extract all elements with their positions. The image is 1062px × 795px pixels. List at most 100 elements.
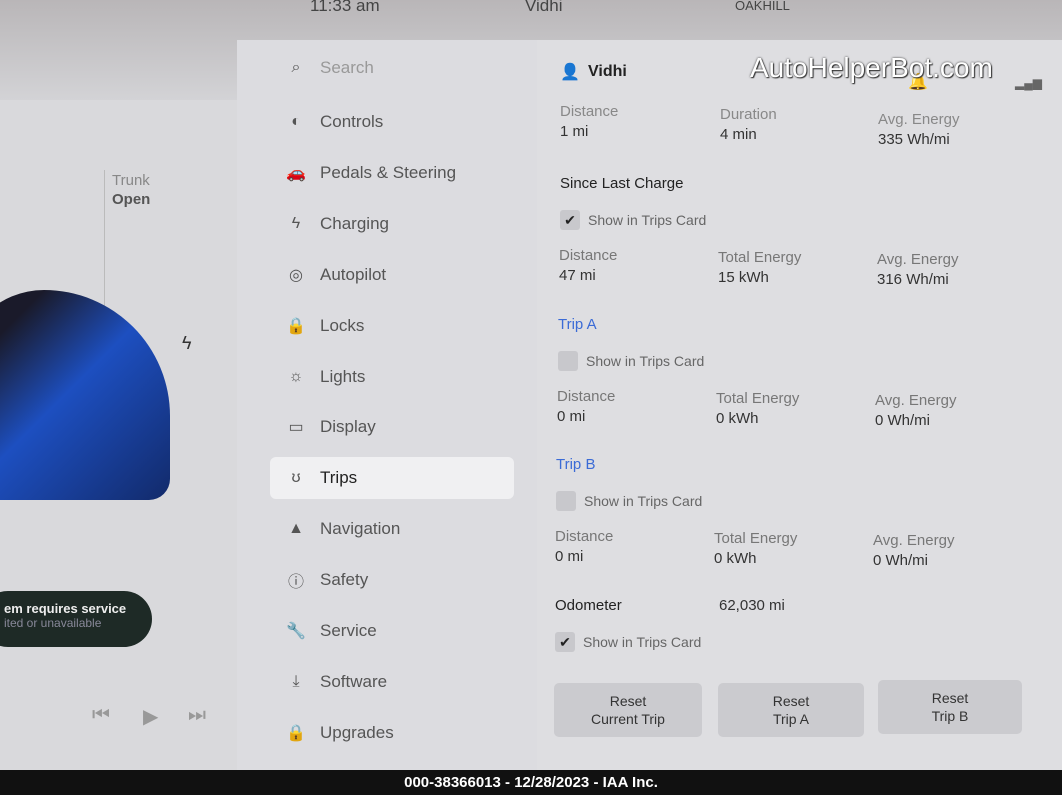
menu-item-label: Display <box>320 417 376 437</box>
watermark: AutoHelperBot.com <box>750 52 993 83</box>
since_last_charge-total: 15 kWh <box>718 269 769 286</box>
menu-item-autopilot[interactable]: ◎ Autopilot <box>270 254 514 296</box>
alert-title: em requires service <box>4 601 127 616</box>
next-track-button[interactable]: ⏭ <box>188 704 206 727</box>
since_last_charge-distance: 47 mi <box>559 267 596 284</box>
current-energy: 335 Wh/mi <box>878 131 950 148</box>
reset-trip-b-button[interactable]: Reset Trip B <box>878 680 1022 734</box>
current-duration-label: Duration <box>720 106 777 123</box>
checkbox-label: Show in Trips Card <box>584 493 703 509</box>
reset-trip-a-button[interactable]: Reset Trip A <box>718 683 864 737</box>
display-icon: ▭ <box>288 419 304 437</box>
menu-item-upgrades[interactable]: 🔒 Upgrades <box>270 712 514 754</box>
menu-item-service[interactable]: 🔧 Service <box>270 610 514 652</box>
menu-item-safety[interactable]: ⓘ Safety <box>270 559 514 601</box>
trip_b-distance-label: Distance <box>555 528 614 545</box>
profile-name[interactable]: Vidhi <box>588 63 627 81</box>
since_last_charge-show-checkbox[interactable]: ✔ Show in Trips Card <box>560 210 706 230</box>
menu-item-lights[interactable]: ☼ Lights <box>270 356 514 398</box>
menu-item-label: Pedals & Steering <box>320 162 457 182</box>
menu-item-software[interactable]: ⤓ Software <box>270 661 514 703</box>
trip_b-avg: 0 Wh/mi <box>873 552 929 569</box>
charge-port-icon[interactable]: ϟ <box>182 333 192 354</box>
menu-item-label: Autopilot <box>320 264 387 284</box>
current-distance-label: Distance <box>560 103 619 120</box>
search-icon: ⌕ <box>291 59 301 76</box>
checkbox-label: Show in Trips Card <box>583 634 702 650</box>
menu-item-label: Service <box>320 621 377 640</box>
locks-icon: 🔒 <box>286 317 306 335</box>
trip_a-distance-label: Distance <box>557 388 616 405</box>
footer-caption: 000-38366013 - 12/28/2023 - IAA Inc. <box>0 770 1062 795</box>
pedals-steering-icon: 🚗 <box>286 164 306 182</box>
trip_b-total: 0 kWh <box>714 550 757 567</box>
odometer-value: 62,030 mi <box>719 597 785 614</box>
signal-icon: ▂▄▆ <box>1015 76 1042 90</box>
location: OAKHILL <box>735 0 790 13</box>
menu-item-label: Safety <box>320 570 369 590</box>
checkbox-icon <box>556 491 576 511</box>
reset-current-trip-button[interactable]: Reset Current Trip <box>554 683 702 737</box>
trip_a-title: Trip A <box>558 316 597 333</box>
trip_b-show-checkbox[interactable]: Show in Trips Card <box>556 491 702 511</box>
since_last_charge-avg-label: Avg. Energy <box>877 251 959 268</box>
safety-icon: ⓘ <box>287 574 304 592</box>
menu-item-trips[interactable]: ʊ Trips <box>270 457 514 500</box>
menu-item-controls[interactable]: ◐ Controls <box>270 101 514 143</box>
trip_a-avg: 0 Wh/mi <box>875 412 931 429</box>
trip_a-total-label: Total Energy <box>716 390 800 407</box>
trip_a-show-checkbox[interactable]: Show in Trips Card <box>558 351 704 371</box>
menu-item-label: Controls <box>320 112 384 131</box>
service-icon: 🔧 <box>286 623 306 640</box>
menu-item-label: Charging <box>320 213 389 233</box>
menu-item-label: Trips <box>320 468 358 488</box>
current-duration: 4 min <box>720 126 757 143</box>
trip_a-distance: 0 mi <box>557 408 586 425</box>
lights-icon: ☼ <box>288 367 304 385</box>
trunk-label: Trunk <box>112 172 150 189</box>
menu-item-navigation[interactable]: ▲ Navigation <box>270 508 514 550</box>
trip_b-distance: 0 mi <box>555 548 584 565</box>
navigation-icon: ▲ <box>288 520 304 538</box>
odometer-show-checkbox[interactable]: ✔ Show in Trips Card <box>555 632 701 652</box>
upgrades-icon: 🔒 <box>286 724 306 742</box>
checkbox-label: Show in Trips Card <box>586 353 705 369</box>
since_last_charge-total-label: Total Energy <box>718 249 802 266</box>
trips-panel <box>537 40 1062 770</box>
checkbox-label: Show in Trips Card <box>588 212 707 228</box>
alert-subtitle: ited or unavailable <box>4 616 102 630</box>
software-icon: ⤓ <box>292 672 300 690</box>
since_last_charge-title: Since Last Charge <box>560 175 684 192</box>
menu-item-label: Software <box>320 671 388 691</box>
menu-item-label: Navigation <box>320 519 401 539</box>
user-icon: 👤 <box>560 64 580 81</box>
trip_b-title: Trip B <box>556 456 596 473</box>
menu-item-locks[interactable]: 🔒 Locks <box>270 305 514 347</box>
trunk-open-button[interactable]: Open <box>112 191 150 208</box>
status-user[interactable]: Vidhi <box>525 0 563 16</box>
current-energy-label: Avg. Energy <box>878 111 960 128</box>
controls-icon: ◐ <box>291 113 301 130</box>
since_last_charge-avg: 316 Wh/mi <box>877 271 949 288</box>
checkmark-icon: ✔ <box>555 632 575 652</box>
menu-item-pedals-steering[interactable]: 🚗 Pedals & Steering <box>270 152 514 194</box>
search-input[interactable]: ⌕ Search <box>270 47 514 89</box>
trip_b-total-label: Total Energy <box>714 530 798 547</box>
service-alert[interactable]: em requires service ited or unavailable <box>0 591 152 647</box>
trip_a-avg-label: Avg. Energy <box>875 392 957 409</box>
menu-item-label: Lights <box>320 366 366 386</box>
current-distance: 1 mi <box>560 123 589 140</box>
menu-item-display[interactable]: ▭ Display <box>270 406 514 448</box>
play-button[interactable]: ▶ <box>143 704 158 729</box>
previous-track-button[interactable]: ⏮ <box>92 704 110 727</box>
menu-item-label: Upgrades <box>320 722 394 742</box>
clock: 11:33 am <box>310 0 380 15</box>
search-placeholder: Search <box>320 58 374 77</box>
menu-item-label: Locks <box>320 315 365 335</box>
odometer-label: Odometer <box>555 597 622 614</box>
checkbox-icon: ✔ <box>560 210 580 230</box>
trip_a-total: 0 kWh <box>716 410 759 427</box>
trip_b-avg-label: Avg. Energy <box>873 532 955 549</box>
since_last_charge-distance-label: Distance <box>559 247 618 264</box>
menu-item-charging[interactable]: ϟ Charging <box>270 203 514 245</box>
